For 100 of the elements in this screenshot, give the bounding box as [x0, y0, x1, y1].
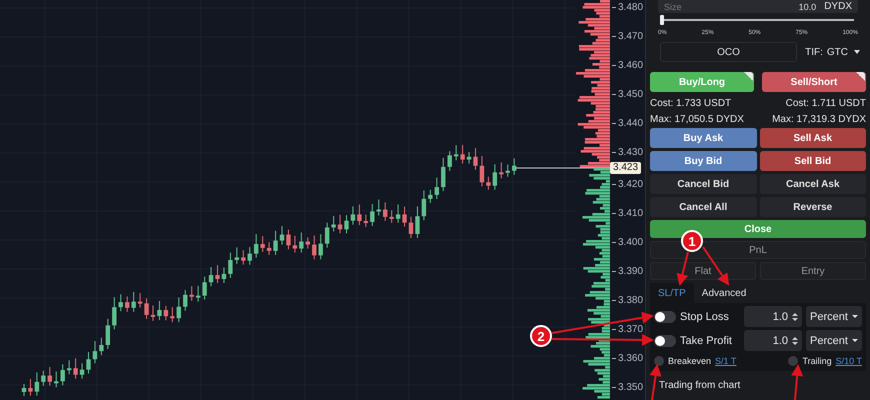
price-tick-label: 3.470	[612, 30, 644, 42]
cost-text: Cost: 1.733 USDT	[650, 98, 732, 108]
candle	[60, 364, 65, 386]
action-button[interactable]: Sell Ask	[760, 128, 866, 148]
candle	[428, 189, 433, 204]
action-button[interactable]: Sell Bid	[760, 151, 866, 171]
candle	[441, 157, 446, 192]
candle	[54, 371, 58, 388]
last-price-tag: 3.423	[610, 162, 642, 174]
candle	[80, 362, 84, 380]
price-tick-label: 3.440	[612, 117, 644, 129]
caret-icon	[854, 50, 860, 54]
action-button[interactable]: Cancel All	[650, 197, 756, 217]
candle	[331, 215, 336, 232]
action-button[interactable]: Cancel Ask	[760, 174, 866, 194]
mode-dropdown[interactable]: Percent	[806, 306, 862, 327]
size-placeholder: Size	[664, 2, 683, 12]
candle	[454, 144, 458, 161]
price-tick-label: 3.450	[612, 88, 644, 100]
max-text: Max: 17,319.3 DYDX	[772, 114, 866, 124]
spinner-icon	[792, 336, 798, 344]
candle	[292, 235, 298, 254]
candle	[422, 190, 426, 221]
slider-thumb[interactable]	[660, 15, 664, 25]
price-tick-label: 3.420	[612, 178, 644, 190]
candle	[73, 358, 78, 380]
candle	[164, 305, 168, 321]
candle	[389, 210, 394, 224]
candle	[112, 296, 116, 330]
toggle-label: Take Profit	[680, 334, 733, 346]
candle	[170, 306, 175, 323]
settings-link[interactable]: S/10 T	[836, 356, 862, 366]
candle	[280, 226, 284, 246]
action-button[interactable]: Reverse	[760, 197, 866, 217]
candle	[383, 202, 388, 222]
candle	[215, 264, 220, 284]
candle	[92, 340, 98, 364]
candle	[254, 234, 258, 258]
candle	[402, 206, 407, 228]
candle	[241, 250, 246, 266]
candle	[118, 294, 123, 312]
action-button[interactable]: Cancel Bid	[650, 174, 756, 194]
tab[interactable]: Advanced	[694, 283, 754, 303]
candle	[460, 144, 465, 164]
callout-arrow	[791, 364, 804, 400]
candle	[222, 266, 226, 284]
number-field[interactable]: 1.0	[744, 330, 802, 351]
candle	[396, 204, 400, 224]
price-tick-label: 3.390	[612, 265, 644, 277]
tif-label: TIF:	[805, 46, 823, 58]
option-label: Trailing	[802, 356, 832, 366]
position-button[interactable]: Flat	[650, 262, 756, 280]
tif-dropdown[interactable]: GTC	[826, 46, 848, 58]
action-button[interactable]: Close	[650, 220, 866, 238]
candle	[299, 232, 304, 254]
toggle-switch[interactable]	[654, 334, 676, 346]
candle	[202, 276, 207, 300]
candle	[473, 148, 478, 170]
option-label: Breakeven	[668, 356, 712, 366]
candle	[466, 152, 472, 164]
candle	[144, 298, 149, 320]
candle	[208, 266, 214, 287]
settings-link[interactable]: S/1 T	[715, 356, 736, 366]
price-tick-label: 3.400	[612, 236, 644, 248]
position-button[interactable]: Entry	[760, 262, 866, 280]
candle	[318, 234, 323, 260]
candle	[370, 204, 374, 226]
candle	[376, 199, 381, 216]
price-tick-label: 3.360	[612, 352, 644, 364]
candle	[248, 246, 252, 266]
candle	[99, 337, 104, 356]
action-button[interactable]: Buy Ask	[650, 128, 756, 148]
candle	[190, 286, 194, 302]
candle	[196, 285, 200, 302]
tab[interactable]: SL/TP	[650, 283, 694, 303]
candle	[260, 236, 265, 252]
price-tick-label: 3.370	[612, 323, 644, 335]
candle	[41, 370, 46, 386]
candle	[306, 236, 310, 250]
side-button[interactable]: Sell/Short	[762, 72, 866, 92]
action-button[interactable]: Buy Bid	[650, 151, 756, 171]
mode-dropdown[interactable]: Percent	[806, 330, 862, 351]
candle	[138, 292, 142, 308]
callout-arrow	[676, 252, 689, 286]
candle	[66, 360, 72, 375]
candle	[324, 222, 330, 248]
oco-button[interactable]: OCO	[660, 42, 798, 62]
checkbox[interactable]	[788, 356, 798, 366]
size-field[interactable]: Size 10.0 DYDX	[658, 0, 858, 13]
candle	[344, 214, 349, 234]
toggle-switch[interactable]	[654, 310, 676, 322]
candle	[350, 206, 356, 226]
candle	[408, 216, 414, 238]
checkbox[interactable]	[654, 356, 664, 366]
spinner-icon	[792, 312, 798, 320]
number-field[interactable]: 1.0	[744, 306, 802, 327]
candle	[150, 304, 156, 322]
candle	[125, 296, 130, 312]
unit-dropdown[interactable]: DYDX	[824, 1, 852, 12]
price-tick-label: 3.380	[612, 294, 644, 306]
